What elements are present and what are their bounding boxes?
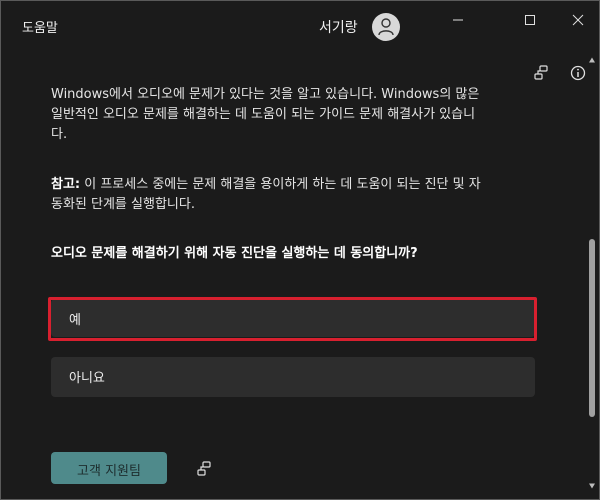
intro-text: Windows에서 오디오에 문제가 있다는 것을 알고 있습니다. Windo… bbox=[51, 87, 480, 142]
consent-question: 오디오 문제를 해결하기 위해 자동 진단을 실행하는 데 동의합니까? bbox=[51, 246, 418, 261]
note-label: 참고: bbox=[51, 177, 81, 192]
no-label: 아니요 bbox=[69, 371, 105, 386]
person-icon bbox=[378, 18, 394, 36]
info-icon bbox=[570, 65, 586, 81]
note-text: 참고: 이 프로세스 중에는 문제 해결을 용이하게 하는 데 도움이 되는 진… bbox=[51, 175, 491, 215]
maximize-icon bbox=[525, 15, 535, 25]
help-content: Windows에서 오디오에 문제가 있다는 것을 알고 있습니다. Windo… bbox=[51, 85, 541, 495]
support-label: 고객 지원팀 bbox=[77, 464, 141, 479]
footer-share-button[interactable] bbox=[193, 458, 215, 480]
minimize-icon bbox=[453, 19, 463, 21]
avatar-button[interactable] bbox=[372, 13, 400, 41]
connect-icon bbox=[197, 461, 211, 476]
scrollbar[interactable] bbox=[586, 57, 598, 497]
help-window: 도움말 서기랑 Windows에서 오디오에 문제가 있다는 것을 알고 있습니… bbox=[0, 0, 600, 500]
close-icon bbox=[572, 14, 584, 26]
minimize-button[interactable] bbox=[435, 9, 481, 31]
scroll-up-icon[interactable] bbox=[589, 57, 595, 63]
yes-highlight-box bbox=[48, 297, 537, 341]
note-body: 이 프로세스 중에는 문제 해결을 용이하게 하는 데 도움이 되는 진단 및 … bbox=[51, 177, 481, 212]
scroll-thumb[interactable] bbox=[589, 239, 595, 417]
maximize-button[interactable] bbox=[507, 9, 553, 31]
connect-icon bbox=[534, 65, 548, 80]
customer-support-button[interactable]: 고객 지원팀 bbox=[51, 452, 167, 484]
scroll-down-icon[interactable] bbox=[589, 483, 595, 489]
user-name: 서기랑 bbox=[319, 20, 358, 36]
app-title: 도움말 bbox=[22, 21, 58, 36]
title-bar: 도움말 서기랑 bbox=[1, 1, 599, 51]
close-button[interactable] bbox=[555, 9, 599, 31]
share-button[interactable] bbox=[530, 62, 552, 84]
no-button[interactable]: 아니요 bbox=[51, 357, 535, 397]
